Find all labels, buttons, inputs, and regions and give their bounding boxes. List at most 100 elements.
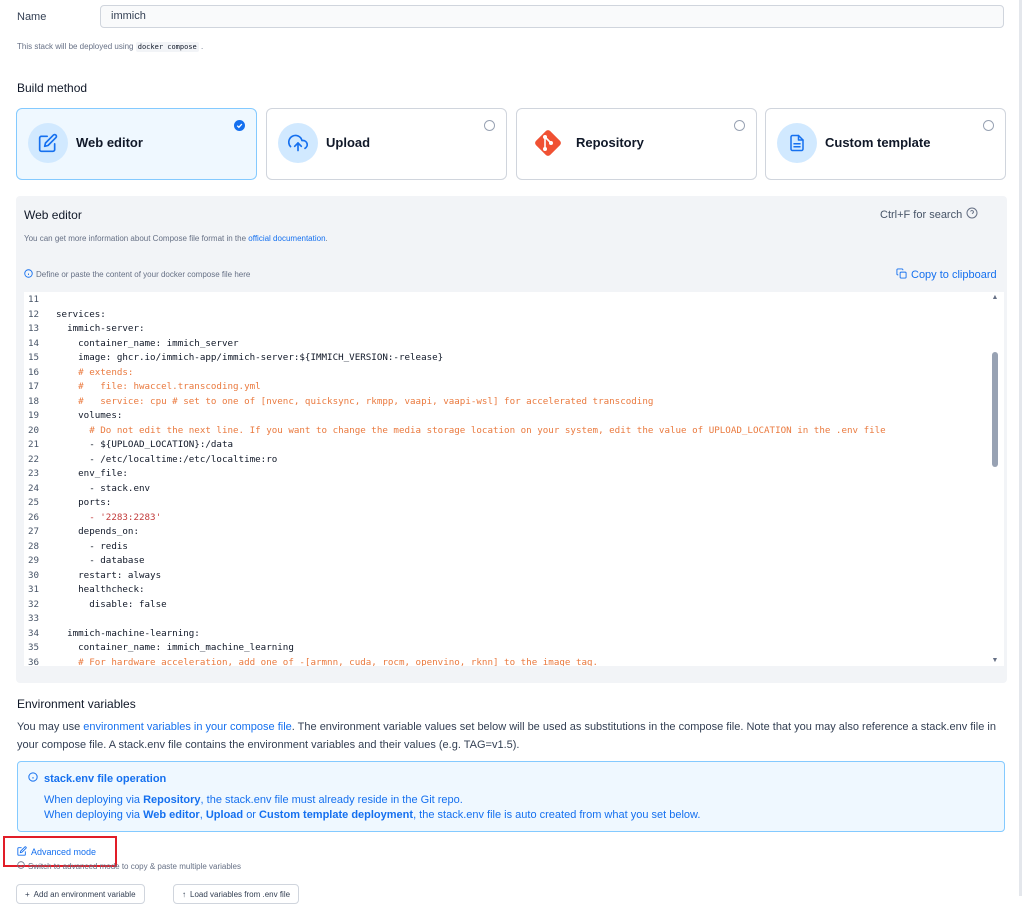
build-option-repository[interactable]: Repository xyxy=(516,108,757,180)
scroll-up-icon[interactable]: ▲ xyxy=(990,294,1000,301)
define-hint: Define or paste the content of your dock… xyxy=(24,269,250,280)
radio-icon[interactable] xyxy=(484,120,495,131)
search-hint: Ctrl+F for search xyxy=(880,207,978,222)
code-line: 28 - redis xyxy=(24,540,1004,555)
env-desc-prefix: You may use xyxy=(17,721,81,733)
line-number: 22 xyxy=(28,453,40,465)
stack-env-info-title: stack.env file operation xyxy=(28,772,166,785)
radio-icon[interactable] xyxy=(983,120,994,131)
code-line: 21 - ${UPLOAD_LOCATION}:/data xyxy=(24,438,1004,453)
name-input[interactable]: immich xyxy=(100,5,1004,28)
deploy-note-code: docker compose xyxy=(135,42,199,52)
build-option-upload[interactable]: Upload xyxy=(266,108,507,180)
code-text: volumes: xyxy=(56,410,123,421)
code-text: disable: false xyxy=(56,598,167,610)
line-number: 13 xyxy=(28,323,40,334)
env-vars-description: You may use environment variables in you… xyxy=(17,718,1007,754)
line-number: 31 xyxy=(28,584,40,595)
official-documentation-link[interactable]: official documentation xyxy=(248,234,325,243)
line-number: 23 xyxy=(28,468,40,479)
stack-env-info-line-2: When deploying via Web editor, Upload or… xyxy=(44,809,700,821)
line-number: 12 xyxy=(28,308,40,320)
code-text: # service: cpu # set to one of [nvenc, q… xyxy=(56,395,654,407)
env-vars-link[interactable]: environment variables in your compose fi… xyxy=(83,721,292,733)
upload-arrow-icon: ↑ xyxy=(182,889,186,899)
info-circle-icon xyxy=(24,269,33,280)
info-bold-custom-template: Custom template deployment xyxy=(259,809,414,821)
line-number: 21 xyxy=(28,439,40,450)
info-circle-icon xyxy=(17,861,25,871)
copy-to-clipboard-label: Copy to clipboard xyxy=(911,269,997,281)
code-editor[interactable]: 11 12 services: 13 immich-server: 14 contain… xyxy=(24,292,1004,666)
code-text: # Do not edit the next line. If you want… xyxy=(56,424,886,436)
help-circle-icon[interactable] xyxy=(966,207,978,222)
code-line: 27 depends_on: xyxy=(24,525,1004,540)
add-env-variable-button[interactable]: + Add an environment variable xyxy=(16,884,145,904)
page-scrollbar[interactable] xyxy=(1019,0,1022,896)
define-hint-text: Define or paste the content of your dock… xyxy=(36,270,251,279)
line-number: 11 xyxy=(28,294,40,305)
compose-info: You can get more information about Compo… xyxy=(24,234,328,243)
line-number: 14 xyxy=(28,337,40,349)
code-line: 30 restart: always xyxy=(24,569,1004,584)
advanced-mode-button[interactable]: Advanced mode xyxy=(17,846,96,858)
web-editor-title: Web editor xyxy=(24,208,82,222)
code-text: - database xyxy=(56,555,145,566)
code-text: - redis xyxy=(56,540,128,552)
code-line: 29 - database xyxy=(24,554,1004,569)
code-text: container_name: immich_server xyxy=(56,337,239,349)
compose-info-text: You can get more information about Compo… xyxy=(24,234,247,243)
code-line: 26 - '2283:2283' xyxy=(24,511,1004,526)
code-line: 12 services: xyxy=(24,308,1004,323)
advanced-mode-hint: Switch to advanced mode to copy & paste … xyxy=(17,861,241,871)
line-number: 27 xyxy=(28,526,40,537)
code-text: env_file: xyxy=(56,468,128,479)
load-env-file-label: Load variables from .env file xyxy=(190,889,291,899)
code-text: image: ghcr.io/immich-app/immich-server:… xyxy=(56,352,444,363)
code-text: ports: xyxy=(56,497,112,508)
name-label: Name xyxy=(17,11,47,23)
load-env-file-button[interactable]: ↑ Load variables from .env file xyxy=(173,884,300,904)
code-line: 17 # file: hwaccel.transcoding.yml xyxy=(24,380,1004,395)
copy-to-clipboard-button[interactable]: Copy to clipboard xyxy=(896,268,997,282)
line-number: 29 xyxy=(28,555,40,566)
info-text: or xyxy=(246,809,256,821)
code-line: 14 container_name: immich_server xyxy=(24,337,1004,352)
line-number: 26 xyxy=(28,511,40,523)
editor-scrollbar[interactable]: ▲ ▼ xyxy=(990,292,1002,666)
search-hint-text: Ctrl+F for search xyxy=(880,208,963,221)
code-text: - '2283:2283' xyxy=(56,511,162,523)
code-text: # For hardware acceleration, add one of … xyxy=(56,656,599,667)
line-number: 18 xyxy=(28,395,40,407)
code-line: 11 xyxy=(24,293,1004,308)
line-number: 35 xyxy=(28,642,40,653)
info-bold-upload: Upload xyxy=(205,809,244,821)
code-line: 19 volumes: xyxy=(24,409,1004,424)
line-number: 24 xyxy=(28,482,40,494)
advanced-mode-hint-text: Switch to advanced mode to copy & paste … xyxy=(28,861,242,871)
build-option-custom-template[interactable]: Custom template xyxy=(765,108,1006,180)
build-option-label: Web editor xyxy=(76,135,143,150)
code-text: depends_on: xyxy=(56,526,139,537)
code-line: 35 container_name: immich_machine_learni… xyxy=(24,641,1004,656)
advanced-mode-label: Advanced mode xyxy=(31,847,97,857)
info-text: , the stack.env file is auto created fro… xyxy=(413,809,701,821)
radio-icon[interactable] xyxy=(734,120,745,131)
scroll-down-icon[interactable]: ▼ xyxy=(990,657,1000,664)
build-method-title: Build method xyxy=(17,81,88,95)
edit-icon xyxy=(17,846,27,858)
line-number: 19 xyxy=(28,410,40,421)
copy-icon xyxy=(896,268,907,282)
code-text: immich-server: xyxy=(56,323,145,334)
compose-info-suffix: . xyxy=(325,234,328,243)
add-env-variable-label: Add an environment variable xyxy=(33,889,136,899)
radio-checked-icon[interactable] xyxy=(234,120,245,131)
code-text: healthcheck: xyxy=(56,584,145,595)
code-line: 25 ports: xyxy=(24,496,1004,511)
line-number: 28 xyxy=(28,540,40,552)
code-line: 32 disable: false xyxy=(24,598,1004,613)
code-line: 18 # service: cpu # set to one of [nvenc… xyxy=(24,395,1004,410)
line-number: 15 xyxy=(28,352,40,363)
scroll-thumb[interactable] xyxy=(992,352,998,467)
build-option-web-editor[interactable]: Web editor xyxy=(16,108,257,180)
